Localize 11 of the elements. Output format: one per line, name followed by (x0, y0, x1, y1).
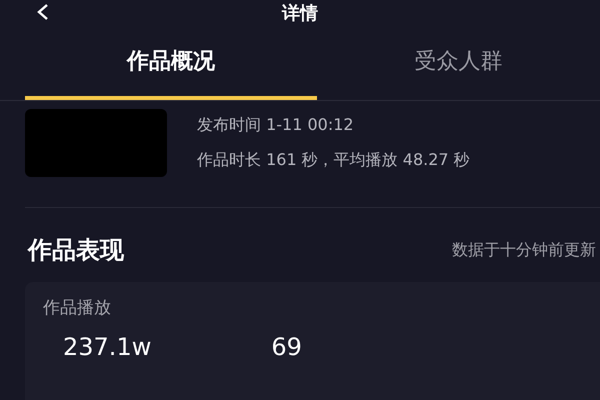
card-label: 作品播放 (43, 297, 112, 319)
update-note: 数据于十分钟前更新 (452, 240, 596, 260)
stat-value: 237.1w (63, 333, 152, 361)
tab[interactable]: 作品概况 (25, 26, 317, 100)
section-title: 作品表现 (28, 235, 124, 266)
back-icon[interactable] (36, 4, 50, 20)
duration-text: 作品时长 161 秒，平均播放 48.27 秒 (197, 150, 470, 171)
tab[interactable]: 受众人群 (317, 26, 600, 100)
stat-value: 69 (271, 333, 302, 361)
page-title: 详情 (282, 2, 318, 25)
publish-time: 发布时间 1-11 00:12 (197, 115, 355, 136)
